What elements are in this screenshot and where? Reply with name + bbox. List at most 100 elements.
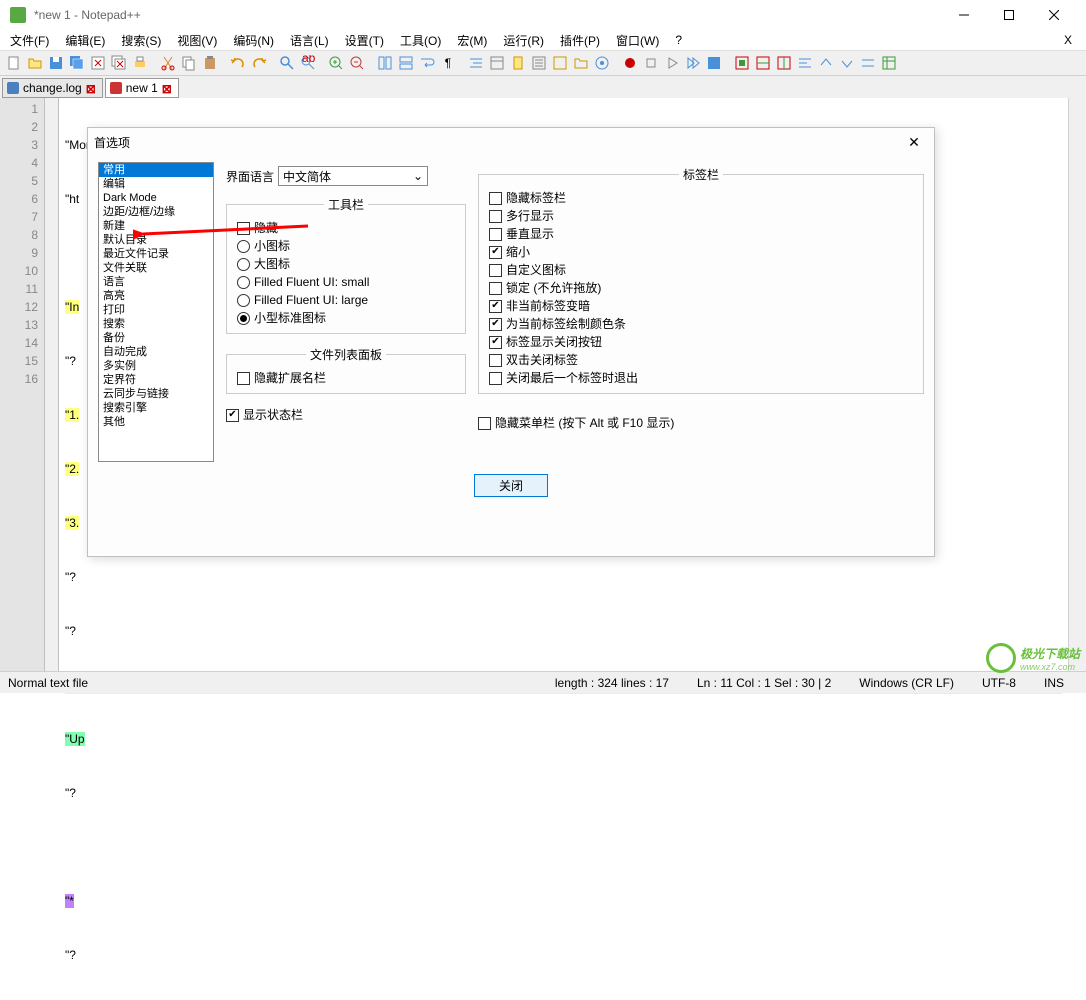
checkbox-vertical[interactable]: 垂直显示 [489, 225, 913, 243]
tool-misc-5[interactable] [816, 53, 836, 73]
list-item-darkmode[interactable]: Dark Mode [99, 191, 213, 205]
radio-fluent-small[interactable]: Filled Fluent UI: small [237, 273, 455, 291]
list-item-editing[interactable]: 编辑 [99, 177, 213, 191]
tab-new-1[interactable]: new 1 ⊠ [105, 78, 179, 98]
menu-close-x[interactable]: X [1054, 31, 1082, 49]
indent-guide-icon[interactable] [466, 53, 486, 73]
checkbox-exit-on-last[interactable]: 关闭最后一个标签时退出 [489, 369, 913, 387]
tool-misc-4[interactable] [795, 53, 815, 73]
list-item-new[interactable]: 新建 [99, 219, 213, 233]
sync-v-icon[interactable] [375, 53, 395, 73]
tool-misc-8[interactable] [879, 53, 899, 73]
tab-close-icon[interactable]: ⊠ [86, 82, 98, 94]
radio-small-standard[interactable]: 小型标准图标 [237, 309, 455, 327]
list-item-search-engine[interactable]: 搜索引擎 [99, 401, 213, 415]
menu-encoding[interactable]: 编码(N) [227, 30, 280, 51]
tool-misc-1[interactable] [732, 53, 752, 73]
radio-large-icons[interactable]: 大图标 [237, 255, 455, 273]
new-file-icon[interactable] [4, 53, 24, 73]
doc-list-icon[interactable] [529, 53, 549, 73]
stop-icon[interactable] [641, 53, 661, 73]
menu-plugins[interactable]: 插件(P) [554, 30, 606, 51]
checkbox-show-statusbar[interactable]: ✔显示状态栏 [226, 406, 466, 424]
checkbox-lock[interactable]: 锁定 (不允许拖放) [489, 279, 913, 297]
paste-icon[interactable] [200, 53, 220, 73]
tool-misc-7[interactable] [858, 53, 878, 73]
undo-icon[interactable] [228, 53, 248, 73]
redo-icon[interactable] [249, 53, 269, 73]
find-icon[interactable] [277, 53, 297, 73]
checkbox-show-close[interactable]: ✔标签显示关闭按钮 [489, 333, 913, 351]
save-icon[interactable] [46, 53, 66, 73]
status-encoding[interactable]: UTF-8 [968, 676, 1030, 690]
tool-misc-6[interactable] [837, 53, 857, 73]
cut-icon[interactable] [158, 53, 178, 73]
func-list-icon[interactable] [550, 53, 570, 73]
save-all-icon[interactable] [67, 53, 87, 73]
list-item-highlight[interactable]: 高亮 [99, 289, 213, 303]
list-item-recent[interactable]: 最近文件记录 [99, 247, 213, 261]
tool-misc-3[interactable] [774, 53, 794, 73]
radio-small-icons[interactable]: 小图标 [237, 237, 455, 255]
close-all-icon[interactable] [109, 53, 129, 73]
list-item-default-dir[interactable]: 默认目录 [99, 233, 213, 247]
list-item-misc[interactable]: 其他 [99, 415, 213, 429]
menu-run[interactable]: 运行(R) [497, 30, 550, 51]
copy-icon[interactable] [179, 53, 199, 73]
status-eol[interactable]: Windows (CR LF) [845, 676, 968, 690]
replace-icon[interactable]: ab [298, 53, 318, 73]
monitor-icon[interactable] [592, 53, 612, 73]
list-item-delimiter[interactable]: 定界符 [99, 373, 213, 387]
checkbox-hide-tabbar[interactable]: 隐藏标签栏 [489, 189, 913, 207]
maximize-button[interactable] [986, 0, 1031, 30]
zoom-out-icon[interactable] [347, 53, 367, 73]
tab-change-log[interactable]: change.log ⊠ [2, 78, 103, 98]
save-macro-icon[interactable] [704, 53, 724, 73]
list-item-file-assoc[interactable]: 文件关联 [99, 261, 213, 275]
menu-file[interactable]: 文件(F) [4, 30, 55, 51]
checkbox-multiline[interactable]: 多行显示 [489, 207, 913, 225]
menu-window[interactable]: 窗口(W) [610, 30, 665, 51]
dialog-titlebar[interactable]: 首选项 ✕ [88, 128, 934, 156]
checkbox-darken-inactive[interactable]: ✔非当前标签变暗 [489, 297, 913, 315]
folder-workspace-icon[interactable] [571, 53, 591, 73]
play-icon[interactable] [662, 53, 682, 73]
list-item-general[interactable]: 常用 [99, 163, 213, 177]
list-item-cloud[interactable]: 云同步与链接 [99, 387, 213, 401]
user-lang-icon[interactable] [487, 53, 507, 73]
list-item-print[interactable]: 打印 [99, 303, 213, 317]
checkbox-hide-ext[interactable]: 隐藏扩展名栏 [237, 369, 455, 387]
checkbox-custom-icon[interactable]: 自定义图标 [489, 261, 913, 279]
zoom-in-icon[interactable] [326, 53, 346, 73]
menu-search[interactable]: 搜索(S) [115, 30, 167, 51]
open-file-icon[interactable] [25, 53, 45, 73]
list-item-search[interactable]: 搜索 [99, 317, 213, 331]
menu-help[interactable]: ? [669, 31, 688, 49]
checkbox-hide-menubar[interactable]: 隐藏菜单栏 (按下 Alt 或 F10 显示) [478, 414, 924, 432]
wrap-icon[interactable] [417, 53, 437, 73]
list-item-margins[interactable]: 边距/边框/边缘 [99, 205, 213, 219]
menu-settings[interactable]: 设置(T) [339, 30, 390, 51]
doc-map-icon[interactable] [508, 53, 528, 73]
menu-edit[interactable]: 编辑(E) [59, 30, 111, 51]
list-item-backup[interactable]: 备份 [99, 331, 213, 345]
menu-view[interactable]: 视图(V) [171, 30, 223, 51]
checkbox-dblclick-close[interactable]: 双击关闭标签 [489, 351, 913, 369]
list-item-multiinstance[interactable]: 多实例 [99, 359, 213, 373]
dialog-close-button[interactable]: ✕ [900, 134, 928, 151]
list-item-language[interactable]: 语言 [99, 275, 213, 289]
sync-h-icon[interactable] [396, 53, 416, 73]
vertical-scrollbar[interactable] [1068, 98, 1086, 674]
checkbox-colorbar[interactable]: ✔为当前标签绘制颜色条 [489, 315, 913, 333]
close-button[interactable] [1031, 0, 1076, 30]
menu-tools[interactable]: 工具(O) [394, 30, 447, 51]
menu-macro[interactable]: 宏(M) [451, 30, 493, 51]
print-icon[interactable] [130, 53, 150, 73]
preferences-category-list[interactable]: 常用 编辑 Dark Mode 边距/边框/边缘 新建 默认目录 最近文件记录 … [98, 162, 214, 462]
radio-hide[interactable]: 隐藏 [237, 219, 455, 237]
minimize-button[interactable] [941, 0, 986, 30]
record-icon[interactable] [620, 53, 640, 73]
tab-close-icon[interactable]: ⊠ [162, 82, 174, 94]
show-all-chars-icon[interactable]: ¶ [438, 53, 458, 73]
radio-fluent-large[interactable]: Filled Fluent UI: large [237, 291, 455, 309]
